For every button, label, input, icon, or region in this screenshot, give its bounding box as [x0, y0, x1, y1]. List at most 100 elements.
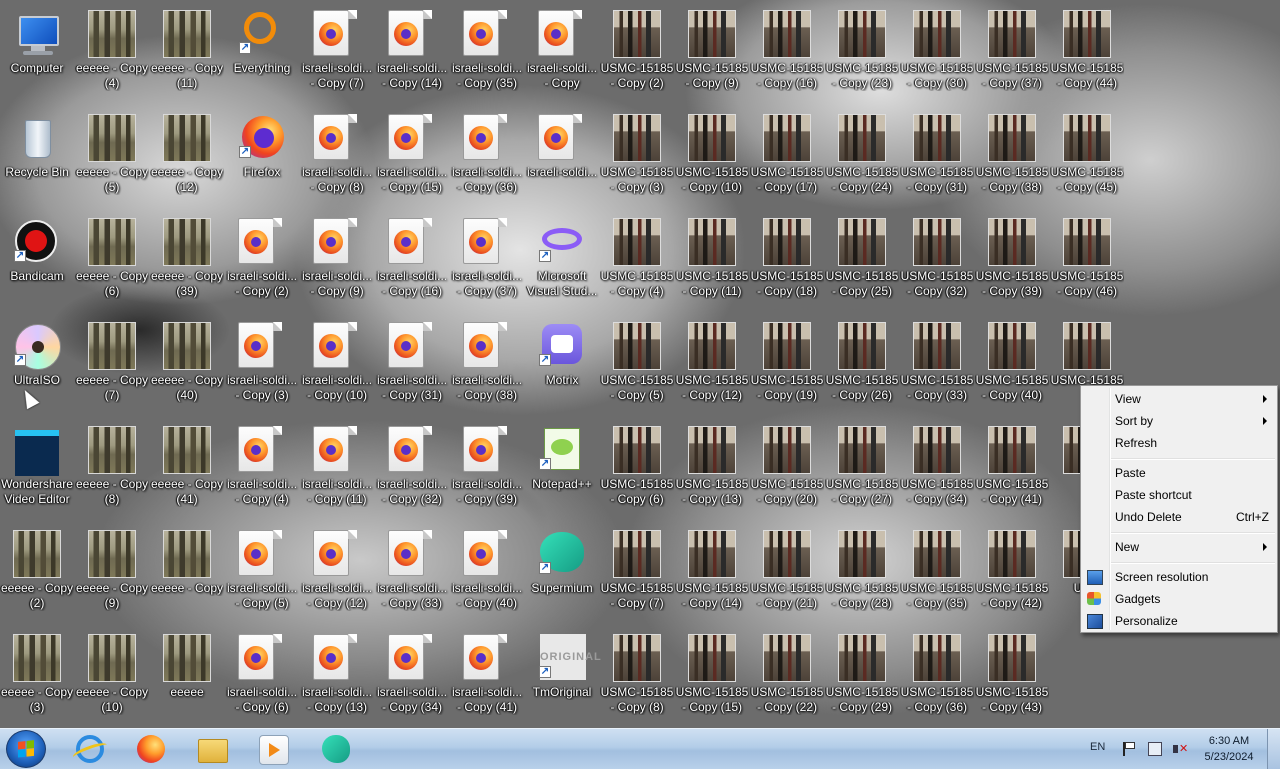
desktop-icon[interactable]: USMC-15185 - Copy (32): [900, 212, 974, 312]
desktop-icon[interactable]: israeli-soldi... - Copy (15): [375, 108, 449, 208]
menu-item-undo-delete[interactable]: Undo Delete Ctrl+Z: [1083, 506, 1275, 528]
desktop-icon[interactable]: israeli-soldi... - Copy (40): [450, 524, 524, 624]
desktop-icon[interactable]: israeli-soldi... - Copy: [525, 4, 599, 104]
desktop-icon[interactable]: USMC-15185 - Copy (43): [975, 628, 1049, 728]
desktop-icon[interactable]: USMC-15185 - Copy (8): [600, 628, 674, 728]
desktop-icon[interactable]: eeeee - Copy (8): [75, 420, 149, 520]
desktop-icon[interactable]: USMC-15185 - Copy (37): [975, 4, 1049, 104]
desktop-icon[interactable]: israeli-soldi... - Copy (14): [375, 4, 449, 104]
desktop-icon[interactable]: USMC-15185 - Copy (42): [975, 524, 1049, 624]
menu-item-sort-by[interactable]: Sort by: [1083, 410, 1275, 432]
desktop-icon[interactable]: ↗ Everything: [225, 4, 299, 104]
desktop-icon[interactable]: israeli-soldi... - Copy (36): [450, 108, 524, 208]
desktop-icon[interactable]: USMC-15185 - Copy (26): [825, 316, 899, 416]
desktop-icon[interactable]: USMC-15185 - Copy (30): [900, 4, 974, 104]
desktop-icon[interactable]: israeli-soldi...: [525, 108, 599, 208]
desktop-icon[interactable]: USMC-15185 - Copy (23): [825, 4, 899, 104]
desktop-icon[interactable]: Computer: [0, 4, 74, 104]
desktop-icon[interactable]: USMC-15185 - Copy (27): [825, 420, 899, 520]
desktop-icon[interactable]: israeli-soldi... - Copy (32): [375, 420, 449, 520]
desktop-icon[interactable]: israeli-soldi... - Copy (10): [300, 316, 374, 416]
desktop-icon[interactable]: ORIGINAL ↗ TmOriginal: [525, 628, 601, 728]
desktop-icon[interactable]: israeli-soldi... - Copy (8): [300, 108, 374, 208]
desktop-icon[interactable]: USMC-15185 - Copy (16): [750, 4, 824, 104]
desktop-icon[interactable]: ↗ Firefox: [225, 108, 299, 208]
desktop-icon[interactable]: israeli-soldi... - Copy (12): [300, 524, 374, 624]
desktop-icon[interactable]: USMC-15185 - Copy (39): [975, 212, 1049, 312]
desktop-icon[interactable]: USMC-15185 - Copy (25): [825, 212, 899, 312]
volume-muted-icon[interactable]: [1173, 742, 1188, 756]
desktop-icon[interactable]: USMC-15185 - Copy (36): [900, 628, 974, 728]
desktop-icon[interactable]: Wondershare Video Editor: [0, 420, 74, 520]
desktop-icon[interactable]: eeeee - Copy (5): [75, 108, 149, 208]
desktop-icon[interactable]: USMC-15185 - Copy (31): [900, 108, 974, 208]
menu-item-gadgets[interactable]: Gadgets: [1083, 588, 1275, 610]
desktop-icon[interactable]: USMC-15185 - Copy (21): [750, 524, 824, 624]
menu-item-personalize[interactable]: Personalize: [1083, 610, 1275, 632]
desktop-icon[interactable]: USMC-15185 - Copy (4): [600, 212, 674, 312]
menu-item-view[interactable]: View: [1083, 388, 1275, 410]
desktop-icon[interactable]: USMC-15185 - Copy (6): [600, 420, 674, 520]
desktop-icon[interactable]: israeli-soldi... - Copy (9): [300, 212, 374, 312]
desktop-icon[interactable]: eeeee - Copy (39): [150, 212, 224, 312]
desktop-icon[interactable]: USMC-15185 - Copy (19): [750, 316, 824, 416]
desktop-icon[interactable]: USMC-15185 - Copy (35): [900, 524, 974, 624]
desktop-icon[interactable]: USMC-15185 - Copy (10): [675, 108, 749, 208]
desktop-icon[interactable]: USMC-15185 - Copy (45): [1050, 108, 1124, 208]
desktop-icon[interactable]: israeli-soldi... - Copy (39): [450, 420, 524, 520]
desktop-icon[interactable]: eeeee - Copy (2): [0, 524, 74, 624]
desktop-icon[interactable]: eeeee - Copy (11): [150, 4, 224, 104]
desktop-icon[interactable]: eeeee - Copy: [150, 524, 224, 624]
desktop-icon[interactable]: eeeee - Copy (7): [75, 316, 149, 416]
desktop-icon[interactable]: israeli-soldi... - Copy (35): [450, 4, 524, 104]
desktop-icon[interactable]: USMC-15185 - Copy (9): [675, 4, 749, 104]
desktop-icon[interactable]: israeli-soldi... - Copy (11): [300, 420, 374, 520]
desktop-icon[interactable]: israeli-soldi... - Copy (41): [450, 628, 524, 728]
menu-item-new[interactable]: New: [1083, 536, 1275, 558]
desktop-icon[interactable]: israeli-soldi... - Copy (37): [450, 212, 524, 312]
desktop-icon[interactable]: USMC-15185 - Copy (46): [1050, 212, 1124, 312]
taskbar-windows-explorer[interactable]: [190, 733, 234, 765]
desktop-icon[interactable]: USMC-15185 - Copy (14): [675, 524, 749, 624]
desktop-icon[interactable]: israeli-soldi... - Copy (16): [375, 212, 449, 312]
desktop-icon[interactable]: ↗ Supermium: [525, 524, 599, 624]
desktop-icon[interactable]: israeli-soldi... - Copy (2): [225, 212, 299, 312]
menu-item-screen-resolution[interactable]: Screen resolution: [1083, 566, 1275, 588]
desktop-icon[interactable]: USMC-15185 - Copy (3): [600, 108, 674, 208]
desktop-icon[interactable]: ↗ Notepad++: [525, 420, 599, 520]
desktop-icon[interactable]: USMC-15185 - Copy (11): [675, 212, 749, 312]
desktop-icon[interactable]: USMC-15185 - Copy (28): [825, 524, 899, 624]
desktop-icon[interactable]: USMC-15185 - Copy (22): [750, 628, 824, 728]
taskbar-supermium[interactable]: [314, 733, 358, 765]
desktop-icon[interactable]: israeli-soldi... - Copy (5): [225, 524, 299, 624]
desktop-icon[interactable]: USMC-15185 - Copy (18): [750, 212, 824, 312]
menu-item-paste[interactable]: Paste: [1083, 462, 1275, 484]
desktop-icon[interactable]: USMC-15185 - Copy (5): [600, 316, 674, 416]
taskbar-media-player[interactable]: [251, 733, 295, 765]
desktop-icon[interactable]: USMC-15185 - Copy (17): [750, 108, 824, 208]
desktop-icon[interactable]: USMC-15185 - Copy (7): [600, 524, 674, 624]
desktop-icon[interactable]: USMC-15185 - Copy (13): [675, 420, 749, 520]
desktop-icon[interactable]: israeli-soldi... - Copy (4): [225, 420, 299, 520]
network-icon[interactable]: [1148, 742, 1162, 756]
show-desktop-button[interactable]: [1267, 729, 1280, 769]
desktop-icon[interactable]: Recycle Bin: [0, 108, 74, 208]
language-indicator[interactable]: EN: [1090, 741, 1105, 753]
desktop-icon[interactable]: eeeee - Copy (6): [75, 212, 149, 312]
menu-item-refresh[interactable]: Refresh: [1083, 432, 1275, 454]
desktop-icon[interactable]: israeli-soldi... - Copy (7): [300, 4, 374, 104]
desktop-icon[interactable]: eeeee - Copy (4): [75, 4, 149, 104]
taskbar-internet-explorer[interactable]: [68, 733, 112, 765]
desktop-icon[interactable]: USMC-15185 - Copy (34): [900, 420, 974, 520]
desktop-icon[interactable]: eeeee - Copy (9): [75, 524, 149, 624]
desktop-icon[interactable]: eeeee - Copy (40): [150, 316, 224, 416]
desktop-icon[interactable]: USMC-15185 - Copy (2): [600, 4, 674, 104]
desktop-icon[interactable]: ↗ Bandicam: [0, 212, 74, 312]
action-center-flag-icon[interactable]: [1123, 742, 1139, 756]
desktop-icon[interactable]: USMC-15185 - Copy (12): [675, 316, 749, 416]
desktop-icon[interactable]: israeli-soldi... - Copy (3): [225, 316, 299, 416]
menu-item-paste-shortcut[interactable]: Paste shortcut: [1083, 484, 1275, 506]
start-button[interactable]: [6, 730, 46, 768]
desktop-icon[interactable]: USMC-15185 - Copy (24): [825, 108, 899, 208]
desktop-icon[interactable]: ↗ Microsoft Visual Stud...: [525, 212, 599, 312]
